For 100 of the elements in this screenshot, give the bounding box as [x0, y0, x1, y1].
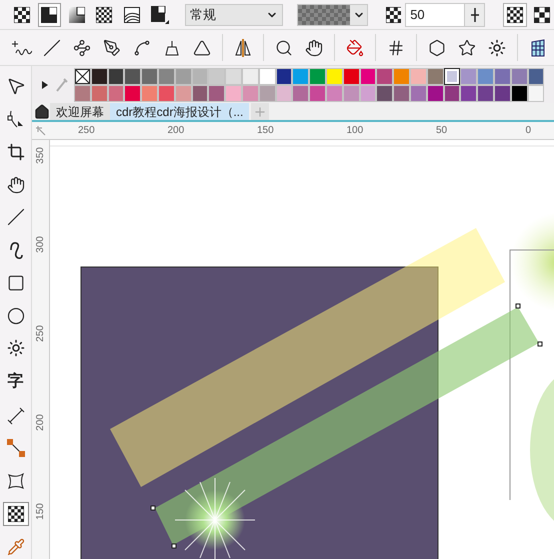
bspline-icon — [133, 38, 151, 56]
no-transparency-icon — [14, 6, 30, 22]
color-swatch[interactable] — [477, 84, 494, 102]
search-icon — [275, 38, 293, 56]
ruler-label: 50 — [436, 124, 448, 138]
ruler-label: 0 — [526, 124, 532, 138]
color-swatch[interactable] — [309, 68, 326, 84]
scroll-arrow-icon — [42, 80, 48, 88]
stepper-icon — [470, 8, 480, 22]
dimension-line-icon — [6, 406, 24, 425]
hand-icon — [6, 176, 24, 194]
color-swatch[interactable] — [494, 68, 511, 84]
color-swatch[interactable] — [225, 84, 242, 102]
color-swatch[interactable] — [376, 68, 394, 84]
pattern-transparency-icon — [96, 6, 112, 22]
grid-icon — [387, 38, 405, 56]
color-swatch[interactable] — [444, 68, 460, 84]
color-swatch[interactable] — [225, 68, 242, 84]
color-swatch[interactable] — [124, 68, 142, 84]
star-icon — [458, 38, 476, 56]
color-swatch[interactable] — [393, 84, 410, 102]
no-color-swatch[interactable] — [74, 68, 91, 84]
transparency-checker-icon — [386, 6, 402, 22]
plus-icon — [253, 104, 268, 118]
ellipse-icon — [6, 306, 24, 325]
color-swatch[interactable] — [292, 84, 310, 102]
rectangle-icon — [6, 274, 24, 292]
color-swatch[interactable] — [242, 68, 259, 84]
color-swatch[interactable] — [108, 68, 124, 84]
document-tab[interactable]: 欢迎屏幕 — [50, 103, 110, 120]
star-burst-icon — [488, 38, 506, 56]
ruler-label: 150 — [34, 503, 47, 520]
transparency-type-button[interactable] — [38, 2, 62, 26]
color-swatch[interactable] — [360, 68, 376, 84]
color-swatch[interactable] — [208, 68, 226, 84]
ruler-label: 250 — [78, 124, 95, 138]
tool-button[interactable]: 字 — [2, 369, 28, 396]
shape-tool-icon — [6, 109, 24, 130]
color-swatch[interactable] — [208, 84, 226, 102]
uniform-transparency-icon — [41, 6, 58, 22]
gradient-transparency-icon — [68, 6, 85, 22]
home-icon — [34, 104, 50, 120]
bitmap-transparency-icon — [150, 6, 168, 24]
eyedropper-icon — [6, 538, 24, 556]
pattern-dropdown[interactable] — [297, 4, 368, 26]
freehand-icon — [12, 38, 32, 56]
polyline-icon — [73, 38, 91, 56]
line-icon — [43, 38, 61, 56]
paint-bucket-icon — [346, 38, 364, 56]
color-swatch[interactable] — [74, 84, 91, 102]
color-swatch[interactable] — [258, 68, 276, 84]
eyedropper-icon — [56, 78, 68, 92]
color-swatch[interactable] — [158, 68, 175, 84]
ruler-label: 100 — [346, 124, 364, 138]
ruler-origin-icon — [36, 126, 46, 136]
crop-icon — [6, 142, 24, 161]
toolbar-button[interactable] — [233, 36, 253, 58]
color-swatch[interactable] — [460, 68, 478, 84]
hand-icon — [305, 38, 323, 56]
color-swatch[interactable] — [141, 84, 158, 102]
pen-icon — [103, 38, 121, 56]
pointer-icon — [6, 76, 26, 96]
color-swatch[interactable] — [141, 68, 158, 84]
color-swatch[interactable] — [376, 84, 394, 102]
tool-button[interactable] — [2, 502, 28, 526]
color-swatch[interactable] — [174, 68, 192, 84]
freehand-curve-icon — [8, 240, 24, 260]
color-swatch[interactable] — [510, 68, 528, 84]
connector-icon — [6, 439, 24, 458]
color-swatch[interactable] — [393, 68, 410, 84]
texture-transparency-icon — [124, 6, 140, 22]
ruler-label: 200 — [34, 414, 47, 431]
mirror-icon — [234, 38, 252, 58]
color-swatch[interactable] — [309, 84, 326, 102]
merge-mode-dropdown[interactable]: 常规 — [185, 4, 284, 26]
transparency-field[interactable]: 50 — [405, 2, 466, 26]
color-swatch[interactable] — [410, 68, 427, 84]
color-swatch[interactable] — [477, 68, 494, 84]
ruler-label: 350 — [34, 147, 47, 164]
weight-icon — [163, 38, 181, 56]
hexagon-icon — [428, 38, 446, 56]
line-icon — [6, 208, 24, 226]
copy-transparency-icon — [534, 6, 550, 22]
color-swatch[interactable] — [342, 68, 360, 84]
color-swatch[interactable] — [90, 68, 108, 84]
envelope-shape-icon — [6, 472, 24, 490]
color-swatch[interactable] — [124, 84, 142, 102]
color-swatch[interactable] — [292, 68, 310, 84]
color-swatch[interactable] — [426, 68, 444, 84]
color-swatch[interactable] — [276, 68, 292, 84]
document-tab[interactable]: cdr教程cdr海报设计（... — [110, 103, 250, 120]
table-icon — [529, 38, 547, 56]
color-swatch[interactable] — [326, 68, 343, 84]
color-swatch[interactable] — [460, 84, 478, 102]
pattern-swatch — [298, 4, 350, 24]
color-swatch[interactable] — [528, 68, 544, 84]
color-swatch[interactable] — [192, 68, 208, 84]
stepper-button[interactable] — [465, 2, 486, 26]
ruler-label: 300 — [34, 236, 47, 253]
freeze-button[interactable] — [502, 2, 527, 26]
